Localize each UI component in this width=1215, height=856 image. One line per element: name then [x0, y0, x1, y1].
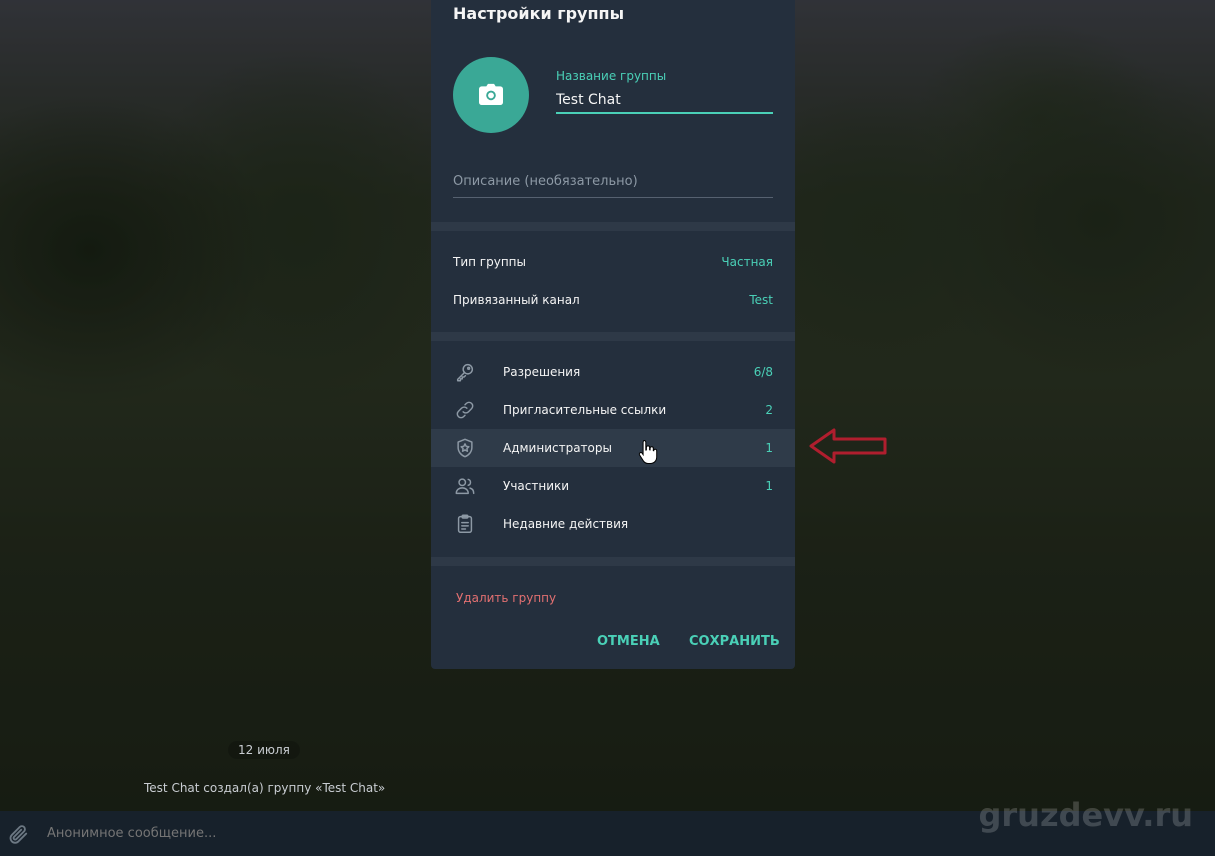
members-label: Участники — [503, 479, 570, 493]
members-value: 1 — [765, 479, 773, 493]
watermark: gruzdevv.ru — [978, 796, 1193, 834]
permissions-row[interactable]: Разрешения 6/8 — [431, 353, 795, 391]
invite-links-value: 2 — [765, 403, 773, 417]
invite-links-label: Пригласительные ссылки — [503, 403, 667, 417]
members-row[interactable]: Участники 1 — [431, 467, 795, 505]
dialog-title: Настройки группы — [453, 4, 625, 23]
paperclip-icon[interactable] — [7, 823, 29, 845]
linked-channel-row[interactable]: Привязанный канал Test — [431, 281, 795, 319]
group-type-row[interactable]: Тип группы Частная — [431, 243, 795, 281]
save-button[interactable]: СОХРАНИТЬ — [689, 634, 780, 649]
permissions-label: Разрешения — [503, 365, 581, 379]
key-icon — [454, 361, 476, 383]
camera-icon — [475, 79, 507, 111]
linked-channel-value: Test — [749, 293, 773, 307]
invite-links-row[interactable]: Пригласительные ссылки 2 — [431, 391, 795, 429]
message-input[interactable] — [47, 826, 547, 841]
linked-channel-label: Привязанный канал — [453, 293, 580, 307]
members-icon — [454, 475, 476, 497]
section-divider — [431, 332, 795, 341]
clipboard-icon — [454, 513, 476, 535]
date-separator: 12 июля — [228, 741, 300, 759]
administrators-value: 1 — [765, 441, 773, 455]
group-type-label: Тип группы — [453, 255, 526, 269]
administrators-label: Администраторы — [503, 441, 612, 455]
administrators-row[interactable]: Администраторы 1 — [431, 429, 795, 467]
permissions-value: 6/8 — [753, 365, 773, 379]
recent-actions-label: Недавние действия — [503, 517, 629, 531]
service-message: Test Chat создал(а) группу «Test Chat» — [144, 781, 386, 795]
admin-shield-icon — [454, 437, 476, 459]
section-divider — [431, 557, 795, 566]
annotation-arrow-icon — [809, 428, 887, 464]
section-divider — [431, 222, 795, 231]
group-type-value: Частная — [721, 255, 773, 269]
group-name-input[interactable] — [556, 88, 773, 114]
group-settings-dialog: Настройки группы Название группы Описани… — [431, 0, 795, 669]
recent-actions-row[interactable]: Недавние действия — [431, 505, 795, 543]
description-placeholder: Описание (необязательно) — [453, 174, 638, 189]
hand-pointer-icon — [638, 439, 658, 464]
group-name-label: Название группы — [556, 69, 667, 83]
group-photo-button[interactable] — [453, 57, 529, 133]
description-field[interactable]: Описание (необязательно) — [453, 168, 773, 198]
link-icon — [454, 399, 476, 421]
delete-group-link[interactable]: Удалить группу — [456, 591, 556, 605]
cancel-button[interactable]: ОТМЕНА — [597, 634, 660, 649]
